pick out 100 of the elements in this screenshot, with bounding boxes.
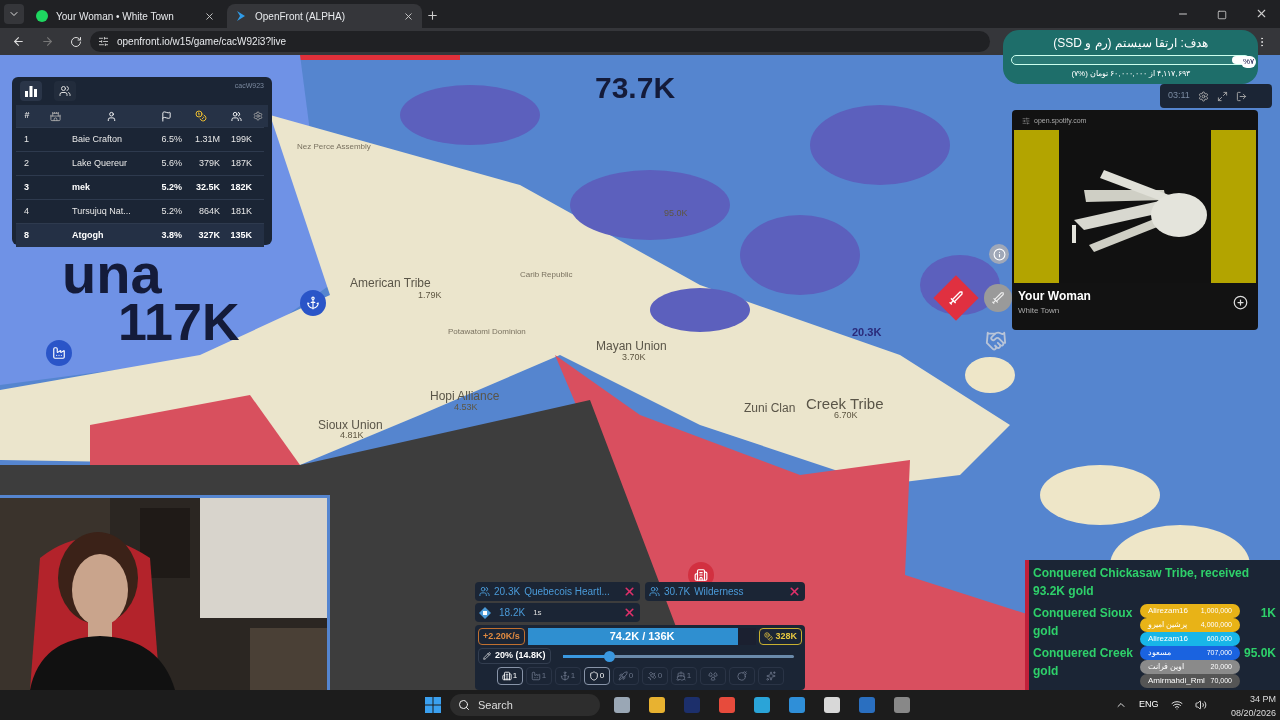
- event-message: Conquered Creek: [1033, 645, 1134, 662]
- attack-target: Wilderness: [694, 585, 745, 599]
- map-label: 3.70K: [622, 353, 646, 362]
- anchor-icon: [559, 671, 570, 681]
- search-field[interactable]: Search: [450, 694, 600, 716]
- build-button[interactable]: 1: [496, 667, 523, 685]
- map-label: Zuni Clan: [744, 402, 796, 414]
- troop-count: 74.2K / 136K: [608, 629, 676, 645]
- wifi-icon[interactable]: [1170, 698, 1183, 711]
- event-message-fragment: 1K: [1260, 605, 1276, 622]
- url-text: openfront.io/w15/game/cacW92i3?live: [117, 35, 286, 49]
- donor-name: پرشین امیرو: [1148, 619, 1188, 631]
- bar-chart-icon: [25, 85, 37, 97]
- goal-title: هدف: ارتقا سیستم (رم و SSD): [1053, 35, 1208, 52]
- site-settings-icon: [1022, 117, 1030, 125]
- artist-name[interactable]: White Town: [1018, 305, 1091, 317]
- troops-icon[interactable]: [230, 110, 242, 122]
- money-cell-text: 32.5K: [195, 180, 220, 194]
- boat-troops: 18.2K: [499, 606, 526, 620]
- map-label: Creek Tribe: [806, 396, 884, 411]
- land-cell-text: 5.6%: [161, 156, 182, 170]
- troops-icon: [649, 586, 660, 597]
- close-icon[interactable]: [204, 10, 215, 22]
- map-label: Nez Perce Assembly: [297, 143, 371, 151]
- map-label: 95.0K: [664, 209, 688, 218]
- slider-thumb[interactable]: [603, 650, 615, 662]
- url-field[interactable]: openfront.io/w15/game/cacW92i3?live: [90, 31, 990, 52]
- event-message-fragment: gold: [1033, 663, 1059, 680]
- troops-cell-text: 181K: [230, 204, 252, 218]
- team-button[interactable]: [54, 81, 76, 101]
- tab-title: Your Woman • White Town: [56, 9, 175, 24]
- donor-name: اوین فرانت: [1148, 661, 1185, 673]
- troop-rate: +2.20K/s: [478, 628, 525, 645]
- clock-time: 34 PM: [1250, 693, 1276, 706]
- windows-logo-icon[interactable]: [425, 697, 441, 713]
- map-label: Sioux Union: [318, 419, 383, 431]
- money-amount: 328K: [775, 629, 797, 643]
- leaderboard-row[interactable]: 8 Atgogh 3.8% 327K 135K: [16, 223, 264, 247]
- building-icon: [501, 671, 512, 681]
- flag-icon[interactable]: [160, 110, 172, 122]
- volume-icon[interactable]: [1194, 698, 1207, 711]
- chart-button[interactable]: [20, 81, 42, 101]
- troops-icon: [479, 586, 490, 597]
- users-icon: [59, 85, 71, 97]
- goal-summary: ۴,۱۱۷,۶۹۳ از ۶۰,۰۰۰,۰۰۰ تومان (%۷): [1071, 68, 1190, 80]
- sparkles-icon: [765, 671, 776, 681]
- attack-troops: 20.3K: [494, 585, 521, 599]
- rank-cell: 8: [24, 229, 29, 240]
- column-header: #: [24, 109, 30, 123]
- close-icon[interactable]: [1255, 7, 1268, 20]
- map-label: Carib Republic: [520, 271, 573, 279]
- browser-tab[interactable]: OpenFront (ALPHA): [227, 4, 422, 28]
- forward-icon[interactable]: [41, 35, 54, 48]
- build-button[interactable]: [757, 667, 784, 685]
- land-cell-text: 6.5%: [161, 132, 182, 146]
- factory-icon: [530, 671, 541, 681]
- map-label: 4.53K: [454, 403, 478, 412]
- site-settings-icon: [98, 36, 109, 47]
- fullscreen-icon[interactable]: [1216, 90, 1228, 102]
- troops-cell-text: 182K: [230, 180, 252, 194]
- map-label: Hopi Alliance: [430, 390, 500, 402]
- money-cell-text: 379K: [198, 156, 220, 170]
- player-name-cell: Atgogh: [72, 229, 104, 240]
- user-icon[interactable]: [105, 110, 117, 122]
- new-tab-icon[interactable]: [426, 9, 439, 22]
- music-logo-icon: [36, 10, 48, 22]
- build-button[interactable]: 0: [583, 667, 610, 685]
- pencil-icon: [483, 652, 491, 660]
- satellite-icon: [646, 671, 657, 681]
- land-cell-text: 5.2%: [161, 204, 182, 218]
- search-icon: [458, 699, 470, 711]
- add-icon[interactable]: [1233, 294, 1248, 310]
- exit-icon[interactable]: [1235, 90, 1247, 102]
- player-name-cell: mek: [72, 181, 90, 192]
- back-icon[interactable]: [12, 35, 25, 48]
- maximize-icon[interactable]: [1217, 10, 1227, 20]
- search-placeholder: Search: [478, 697, 513, 713]
- land-cell-text: 3.8%: [161, 228, 182, 242]
- close-icon[interactable]: [403, 10, 414, 22]
- settings-icon[interactable]: [1197, 90, 1209, 102]
- browser-tab[interactable]: Your Woman • White Town: [28, 4, 223, 28]
- tab-search-button[interactable]: [4, 4, 24, 24]
- donor-name: Alirezam16: [1148, 633, 1188, 645]
- boat-icon: [479, 606, 491, 619]
- map-label: 4.81K: [340, 431, 364, 440]
- money-cell-text: 327K: [198, 228, 220, 242]
- troops-cell-text: 187K: [230, 156, 252, 170]
- castle-icon[interactable]: [49, 110, 61, 122]
- land-cell-text: 5.2%: [161, 180, 182, 194]
- reload-icon[interactable]: [70, 35, 82, 48]
- player-name-cell: Lake Quereur: [72, 157, 128, 168]
- map-label: Mayan Union: [596, 340, 667, 352]
- settings-icon[interactable]: [253, 111, 263, 121]
- language-indicator[interactable]: ENG: [1139, 698, 1159, 712]
- tab-title: OpenFront (ALPHA): [255, 9, 347, 24]
- coin-icon[interactable]: [195, 110, 207, 122]
- map-label: 6.70K: [834, 411, 858, 420]
- track-title[interactable]: Your Woman: [1018, 287, 1091, 305]
- player-name-cell: Tursujuq Nat...: [72, 205, 131, 216]
- player-name-cell: Baie Crafton: [72, 133, 123, 144]
